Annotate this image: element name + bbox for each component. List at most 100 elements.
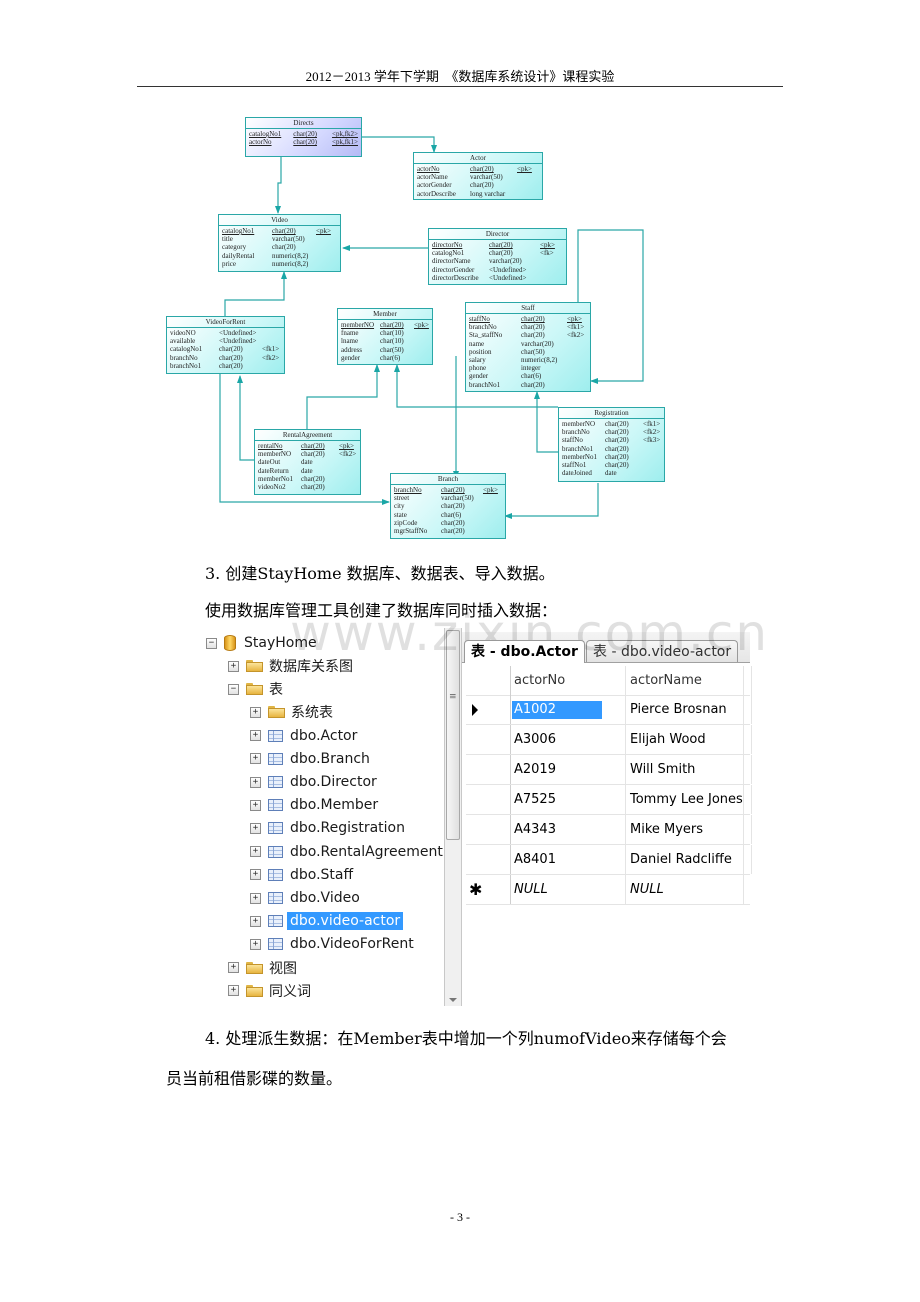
column-key: <fk1>: [643, 420, 661, 428]
entity-column-row: category char(20): [222, 243, 337, 251]
new-row-star-icon: ✱: [469, 880, 483, 899]
tree-item-stayhome[interactable]: − StayHome: [206, 632, 317, 654]
column-name: memberNO: [341, 321, 375, 329]
expand-icon[interactable]: +: [228, 660, 239, 672]
cell-truncated[interactable]: [744, 725, 752, 754]
row-header[interactable]: ✱: [466, 875, 511, 904]
selected-cell-value[interactable]: A1002: [512, 701, 602, 719]
cell-truncated[interactable]: [744, 695, 752, 724]
entity-registration: Registration memberNO char(20) <fk1> branchN…: [558, 407, 665, 482]
table-row[interactable]: ✱ NULL NULL: [466, 875, 750, 905]
cell-actorname[interactable]: Elijah Wood: [626, 725, 744, 754]
expand-icon[interactable]: +: [250, 730, 261, 742]
tab-dbo-video-actor[interactable]: 表 - dbo.video-actor: [586, 640, 739, 662]
scrollbar-thumb[interactable]: [446, 630, 460, 840]
entity-column-row: address char(50): [341, 346, 429, 354]
column-header-more[interactable]: [744, 666, 752, 695]
table-row[interactable]: A8401 Daniel Radcliffe: [466, 845, 752, 875]
column-type: char(10): [380, 337, 404, 346]
cell-actorno[interactable]: A2019: [510, 755, 626, 784]
column-name: directorDescribe: [432, 273, 479, 282]
row-header[interactable]: [466, 725, 511, 754]
expand-icon[interactable]: +: [228, 962, 239, 974]
entity-column-row: branchNo char(20) <fk2>: [170, 354, 281, 362]
tree-item[interactable]: + 系统表: [250, 701, 333, 723]
tree-item[interactable]: + dbo.video-actor: [250, 910, 404, 932]
expand-icon[interactable]: +: [228, 985, 239, 997]
link-rental-member: [306, 364, 380, 430]
entity-column-row: fname char(10): [341, 329, 429, 337]
tree-item[interactable]: − 表: [228, 678, 283, 700]
tree-item[interactable]: + 同义词: [228, 980, 311, 1002]
expand-icon[interactable]: +: [250, 892, 261, 904]
collapse-icon[interactable]: −: [228, 683, 239, 695]
tree-item[interactable]: + 数据库关系图: [228, 655, 353, 677]
column-header-actorno[interactable]: actorNo: [510, 666, 626, 695]
tree-item[interactable]: + dbo.Branch: [250, 748, 370, 770]
tree-scrollbar[interactable]: ≡: [444, 628, 462, 1006]
tree-item[interactable]: + dbo.Actor: [250, 725, 357, 747]
table-row[interactable]: A4343 Mike Myers: [466, 815, 752, 845]
row-header[interactable]: [466, 755, 511, 784]
expand-icon[interactable]: +: [250, 753, 261, 765]
expand-icon[interactable]: +: [250, 799, 261, 811]
expand-icon[interactable]: +: [250, 938, 261, 950]
cell-truncated[interactable]: [744, 815, 752, 844]
cell-actorno[interactable]: A3006: [510, 725, 626, 754]
cell-actorno[interactable]: NULL: [510, 875, 626, 904]
cell-truncated[interactable]: [744, 755, 752, 784]
column-key: <pk>: [339, 442, 354, 450]
tree-item[interactable]: + 视图: [228, 957, 297, 979]
cell-actorno[interactable]: A8401: [510, 845, 626, 874]
column-name: branchNo: [562, 428, 590, 437]
expand-icon[interactable]: +: [250, 915, 261, 927]
tab-dbo-actor[interactable]: 表 - dbo.Actor: [464, 640, 585, 663]
tree-label: 表: [269, 682, 283, 699]
column-type: char(20): [219, 353, 243, 362]
row-header[interactable]: [466, 785, 511, 814]
tree-item[interactable]: + dbo.Video: [250, 887, 360, 909]
table-row[interactable]: A3006 Elijah Wood: [466, 725, 752, 755]
table-editor-panel: 表 - dbo.Actor 表 - dbo.video-actor actorN…: [462, 628, 752, 1006]
row-header[interactable]: [466, 695, 511, 724]
column-type: char(20): [380, 321, 404, 329]
entity-column-row: staffNo char(20) <pk>: [469, 315, 587, 323]
cell-actorno[interactable]: A1002: [510, 695, 626, 724]
cell-truncated[interactable]: [744, 785, 752, 814]
table-row[interactable]: A7525 Tommy Lee Jones: [466, 785, 752, 815]
column-type: char(20): [605, 428, 629, 437]
cell-truncated[interactable]: [744, 845, 752, 874]
cell-actorname[interactable]: Pierce Brosnan: [626, 695, 744, 724]
tree-item[interactable]: + dbo.Director: [250, 771, 377, 793]
cell-actorname[interactable]: Daniel Radcliffe: [626, 845, 744, 874]
expand-icon[interactable]: +: [250, 846, 261, 858]
row-header[interactable]: [466, 666, 511, 695]
table-row[interactable]: A1002 Pierce Brosnan: [466, 695, 752, 725]
tree-item[interactable]: + dbo.Member: [250, 794, 378, 816]
row-header[interactable]: [466, 815, 511, 844]
tree-item[interactable]: + dbo.Staff: [250, 864, 353, 886]
expand-icon[interactable]: +: [250, 706, 261, 718]
cell-actorname[interactable]: NULL: [626, 875, 744, 904]
collapse-icon[interactable]: −: [206, 637, 217, 649]
entity-column-row: memberNO char(20) <fk1>: [562, 420, 661, 428]
cell-actorname[interactable]: Will Smith: [626, 755, 744, 784]
cell-actorno[interactable]: A4343: [510, 815, 626, 844]
expand-icon[interactable]: +: [250, 776, 261, 788]
scroll-down-arrow-icon[interactable]: [449, 998, 457, 1002]
tree-item[interactable]: + dbo.Registration: [250, 817, 405, 839]
column-name: rentalNo: [258, 442, 283, 450]
cell-actorname[interactable]: Mike Myers: [626, 815, 744, 844]
row-header[interactable]: [466, 845, 511, 874]
expand-icon[interactable]: +: [250, 822, 261, 834]
tree-item[interactable]: + dbo.VideoForRent: [250, 933, 414, 955]
entity-column-row: price numeric(8,2): [222, 260, 337, 268]
cell-actorno[interactable]: A7525: [510, 785, 626, 814]
table-row[interactable]: A2019 Will Smith: [466, 755, 752, 785]
link-directs-video: [275, 157, 282, 214]
column-name: zipCode: [394, 518, 418, 527]
cell-actorname[interactable]: Tommy Lee Jones: [626, 785, 744, 814]
column-header-actorname[interactable]: actorName: [626, 666, 744, 695]
tree-item[interactable]: + dbo.RentalAgreement: [250, 841, 443, 863]
expand-icon[interactable]: +: [250, 869, 261, 881]
